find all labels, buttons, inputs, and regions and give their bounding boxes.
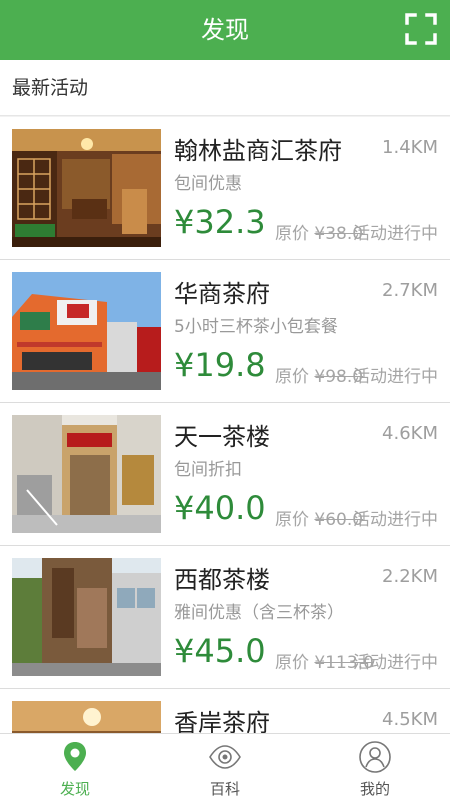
list-item[interactable]: 西都茶楼 2.2KM 雅间优惠（含三杯茶） ¥45.0 原价 ¥113.0 活动… bbox=[0, 546, 450, 689]
user-icon bbox=[358, 740, 392, 774]
shop-photo bbox=[12, 701, 161, 733]
location-pin-icon bbox=[58, 740, 92, 774]
shop-name: 华商茶府 bbox=[174, 280, 270, 308]
shop-photo bbox=[12, 415, 161, 533]
shop-name: 香岸茶府 bbox=[174, 709, 270, 733]
deal-description: 包间优惠 bbox=[174, 174, 242, 194]
app-header: 发现 bbox=[0, 0, 450, 60]
shop-name: 天一茶楼 bbox=[174, 423, 270, 451]
original-price-label: 原价 bbox=[275, 224, 309, 244]
deal-price: ¥40.0 bbox=[174, 489, 266, 527]
original-price: 原价 ¥60.0 bbox=[275, 505, 363, 530]
deal-price: ¥32.3 bbox=[174, 203, 266, 241]
shop-photo bbox=[12, 272, 161, 390]
list-item[interactable]: 华商茶府 2.7KM 5小时三杯茶小包套餐 ¥19.8 原价 ¥98.0 活动进… bbox=[0, 260, 450, 403]
original-price-label: 原价 bbox=[275, 653, 309, 673]
shop-name: 翰林盐商汇茶府 bbox=[174, 137, 342, 165]
original-price-label: 原价 bbox=[275, 510, 309, 530]
tab-profile[interactable]: 我的 bbox=[300, 734, 450, 800]
deal-description: 雅间优惠（含三杯茶） bbox=[174, 603, 344, 623]
eye-icon bbox=[208, 740, 242, 774]
tab-encyclopedia[interactable]: 百科 bbox=[150, 734, 300, 800]
bottom-tab-bar: 发现 百科 我的 bbox=[0, 733, 450, 800]
activity-status: 活动进行中 bbox=[353, 653, 438, 673]
activity-status: 活动进行中 bbox=[353, 224, 438, 244]
list-item[interactable]: 香岸茶府 4.5KM bbox=[0, 689, 450, 733]
section-title: 最新活动 bbox=[0, 60, 450, 116]
tab-discover[interactable]: 发现 bbox=[0, 734, 150, 800]
distance: 2.7KM bbox=[382, 280, 438, 301]
activity-list[interactable]: 翰林盐商汇茶府 1.4KM 包间优惠 ¥32.3 原价 ¥38.0 活动进行中 … bbox=[0, 117, 450, 733]
distance: 2.2KM bbox=[382, 566, 438, 587]
deal-description: 5小时三杯茶小包套餐 bbox=[174, 317, 338, 337]
distance: 4.5KM bbox=[382, 709, 438, 730]
distance: 1.4KM bbox=[382, 137, 438, 158]
scan-icon[interactable] bbox=[404, 12, 438, 46]
list-item[interactable]: 翰林盐商汇茶府 1.4KM 包间优惠 ¥32.3 原价 ¥38.0 活动进行中 bbox=[0, 117, 450, 260]
activity-status: 活动进行中 bbox=[353, 367, 438, 387]
tab-label: 发现 bbox=[59, 780, 90, 798]
shop-photo bbox=[12, 558, 161, 676]
page-title: 发现 bbox=[201, 16, 249, 44]
deal-price: ¥19.8 bbox=[174, 346, 266, 384]
list-item[interactable]: 天一茶楼 4.6KM 包间折扣 ¥40.0 原价 ¥60.0 活动进行中 bbox=[0, 403, 450, 546]
shop-photo bbox=[12, 129, 161, 247]
original-price-label: 原价 bbox=[275, 367, 309, 387]
activity-status: 活动进行中 bbox=[353, 510, 438, 530]
tab-label: 百科 bbox=[209, 780, 240, 798]
original-price: 原价 ¥98.0 bbox=[275, 362, 363, 387]
deal-description: 包间折扣 bbox=[174, 460, 242, 480]
distance: 4.6KM bbox=[382, 423, 438, 444]
deal-price: ¥45.0 bbox=[174, 632, 266, 670]
tab-label: 我的 bbox=[359, 780, 390, 798]
shop-name: 西都茶楼 bbox=[174, 566, 270, 594]
original-price: 原价 ¥38.0 bbox=[275, 219, 363, 244]
